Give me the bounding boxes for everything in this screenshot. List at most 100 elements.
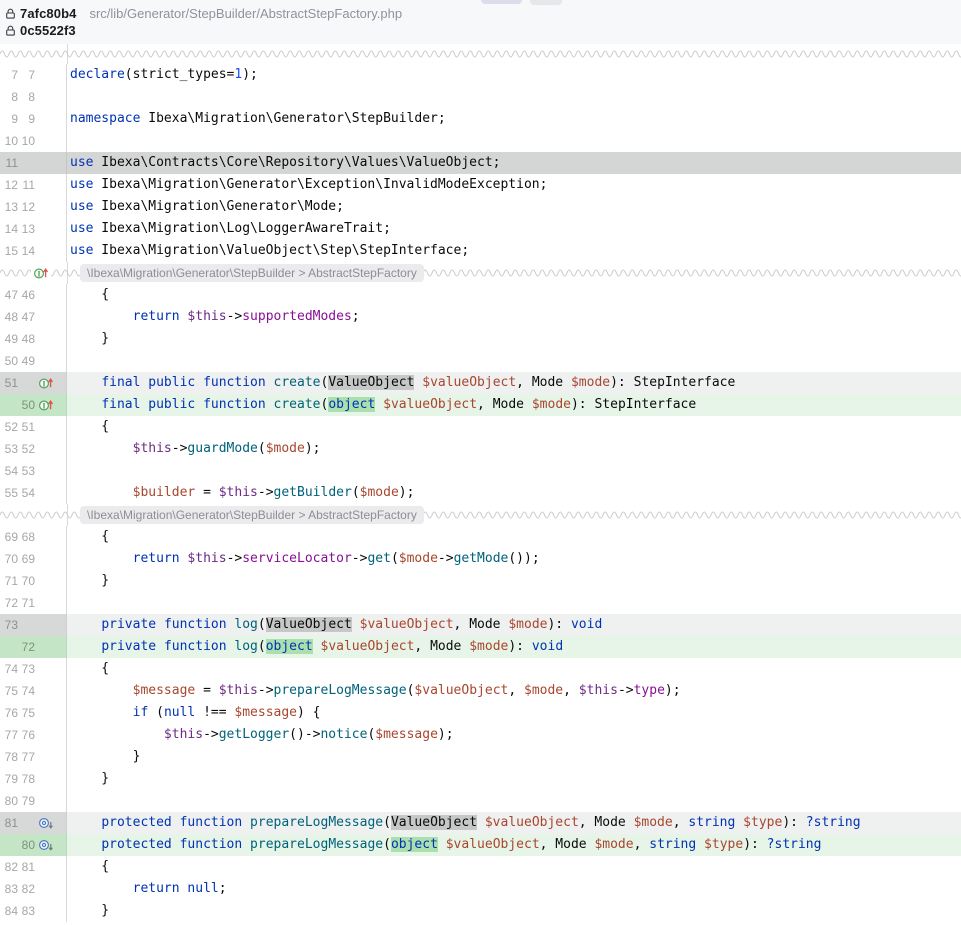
old-commit-hash: 7afc80b4 [20, 6, 76, 21]
code-text: final public function create(ValueObject… [67, 372, 961, 394]
line-gutter: 8079 [0, 790, 67, 812]
code-text: $message = $this->prepareLogMessage($val… [67, 680, 961, 702]
line-number-old: 72 [0, 592, 18, 614]
line-number-new: 49 [20, 350, 35, 372]
code-text: final public function create(object $val… [67, 394, 961, 416]
line-number-new: 9 [20, 108, 35, 130]
code-text: use Ibexa\Migration\Generator\Mode; [67, 196, 961, 218]
code-text [67, 592, 961, 614]
line-gutter: 73 [0, 614, 67, 636]
line-number-new: 53 [20, 460, 35, 482]
line-number-old: 15 [0, 240, 18, 262]
diff-line-context: 5453 [0, 460, 961, 482]
diff-line-context: 1312 use Ibexa\Migration\Generator\Mode; [0, 196, 961, 218]
implements-interface-icon[interactable]: I [35, 397, 66, 413]
line-gutter: 5251 [0, 416, 67, 438]
code-text: { [67, 658, 961, 680]
line-number-old: 52 [0, 416, 18, 438]
line-gutter: 8281 [0, 856, 67, 878]
diff-line-context: 7776 $this->getLogger()->notice($message… [0, 724, 961, 746]
diff-line-context: 88 [0, 86, 961, 108]
line-number-new: 12 [20, 196, 35, 218]
line-gutter: 81 [0, 812, 67, 834]
line-gutter: 51I [0, 372, 67, 394]
code-text [67, 130, 961, 152]
code-text: { [67, 526, 961, 548]
diff-line-context: 8483 } [0, 900, 961, 922]
line-number-old: 13 [0, 196, 18, 218]
line-number-old: 70 [0, 548, 18, 570]
line-number-new: 13 [20, 218, 35, 240]
lock-icon [4, 7, 17, 20]
lock-icon [4, 24, 17, 37]
line-number-new: 11 [20, 174, 35, 196]
implements-interface-icon[interactable]: I [35, 375, 66, 391]
code-text [67, 460, 961, 482]
line-gutter: 5453 [0, 460, 67, 482]
line-number-old: 9 [0, 108, 18, 130]
line-number-old: 83 [0, 878, 18, 900]
line-number-old: 50 [0, 350, 18, 372]
overridden-method-icon[interactable] [35, 837, 66, 853]
line-gutter: 4847 [0, 306, 67, 328]
diff-line-context: 1413use Ibexa\Migration\Log\LoggerAwareT… [0, 218, 961, 240]
collapsed-region-separator[interactable]: \Ibexa\Migration\Generator\StepBuilder >… [0, 504, 961, 526]
line-number-old: 8 [0, 86, 18, 108]
line-number-new: 76 [20, 724, 35, 746]
line-gutter: 8483 [0, 900, 67, 922]
line-number-new: 8 [20, 86, 35, 108]
line-number-new: 80 [20, 834, 35, 856]
diff-line-context: 5554 $builder = $this->getBuilder($mode)… [0, 482, 961, 504]
line-gutter: 7776 [0, 724, 67, 746]
line-number-old: 55 [0, 482, 18, 504]
diff-line-context: 7170 } [0, 570, 961, 592]
overridden-method-icon[interactable] [35, 815, 66, 831]
diff-line-context: 5049 [0, 350, 961, 372]
code-text: { [67, 856, 961, 878]
diff-line-added: 80 protected function prepareLogMessage(… [0, 834, 961, 856]
line-gutter: 6968 [0, 526, 67, 548]
diff-line-context: 99namespace Ibexa\Migration\Generator\St… [0, 108, 961, 130]
line-number-old: 71 [0, 570, 18, 592]
line-number-new: 72 [20, 636, 35, 658]
revision-row-new: 0c5522f3 [0, 22, 961, 39]
line-number-new: 68 [20, 526, 35, 548]
line-gutter: 1413 [0, 218, 67, 240]
diff-line-context: 5352 $this->guardMode($mode); [0, 438, 961, 460]
line-number-new: 74 [20, 680, 35, 702]
diff-line-context: 6968 { [0, 526, 961, 548]
line-gutter: 50I [0, 394, 67, 416]
code-text: private function log(ValueObject $valueO… [67, 614, 961, 636]
collapsed-region-label[interactable]: \Ibexa\Migration\Generator\StepBuilder >… [80, 506, 424, 524]
line-number-new: 7 [20, 64, 35, 86]
collapsed-region-separator[interactable]: I \Ibexa\Migration\Generator\StepBuilder … [0, 262, 961, 284]
line-number-old: 76 [0, 702, 18, 724]
line-number-old: 75 [0, 680, 18, 702]
code-text: use Ibexa\Contracts\Core\Repository\Valu… [67, 152, 961, 174]
line-gutter: 7170 [0, 570, 67, 592]
collapsed-region-separator[interactable] [0, 44, 961, 64]
diff-line-context: 1211use Ibexa\Migration\Generator\Except… [0, 174, 961, 196]
diff-line-context: 4948 } [0, 328, 961, 350]
line-gutter: 8382 [0, 878, 67, 900]
code-text: } [67, 570, 961, 592]
line-number-new: 79 [20, 790, 35, 812]
line-number-new: 51 [20, 416, 35, 438]
code-text: { [67, 284, 961, 306]
line-number-old: 12 [0, 174, 18, 196]
line-gutter: 7978 [0, 768, 67, 790]
code-text: protected function prepareLogMessage(Val… [67, 812, 961, 834]
line-gutter: 11 [0, 152, 67, 174]
collapsed-region-label[interactable]: \Ibexa\Migration\Generator\StepBuilder >… [80, 264, 424, 282]
line-gutter: 80 [0, 834, 67, 856]
line-gutter: 99 [0, 108, 67, 130]
line-number-new: 81 [20, 856, 35, 878]
line-gutter: 4948 [0, 328, 67, 350]
line-number-old: 80 [0, 790, 18, 812]
line-number-old: 77 [0, 724, 18, 746]
implements-interface-icon[interactable]: I [31, 265, 51, 281]
diff-line-context: 7978 } [0, 768, 961, 790]
diff-line-context: 1010 [0, 130, 961, 152]
line-gutter: 5352 [0, 438, 67, 460]
line-number-old: 11 [0, 152, 18, 174]
